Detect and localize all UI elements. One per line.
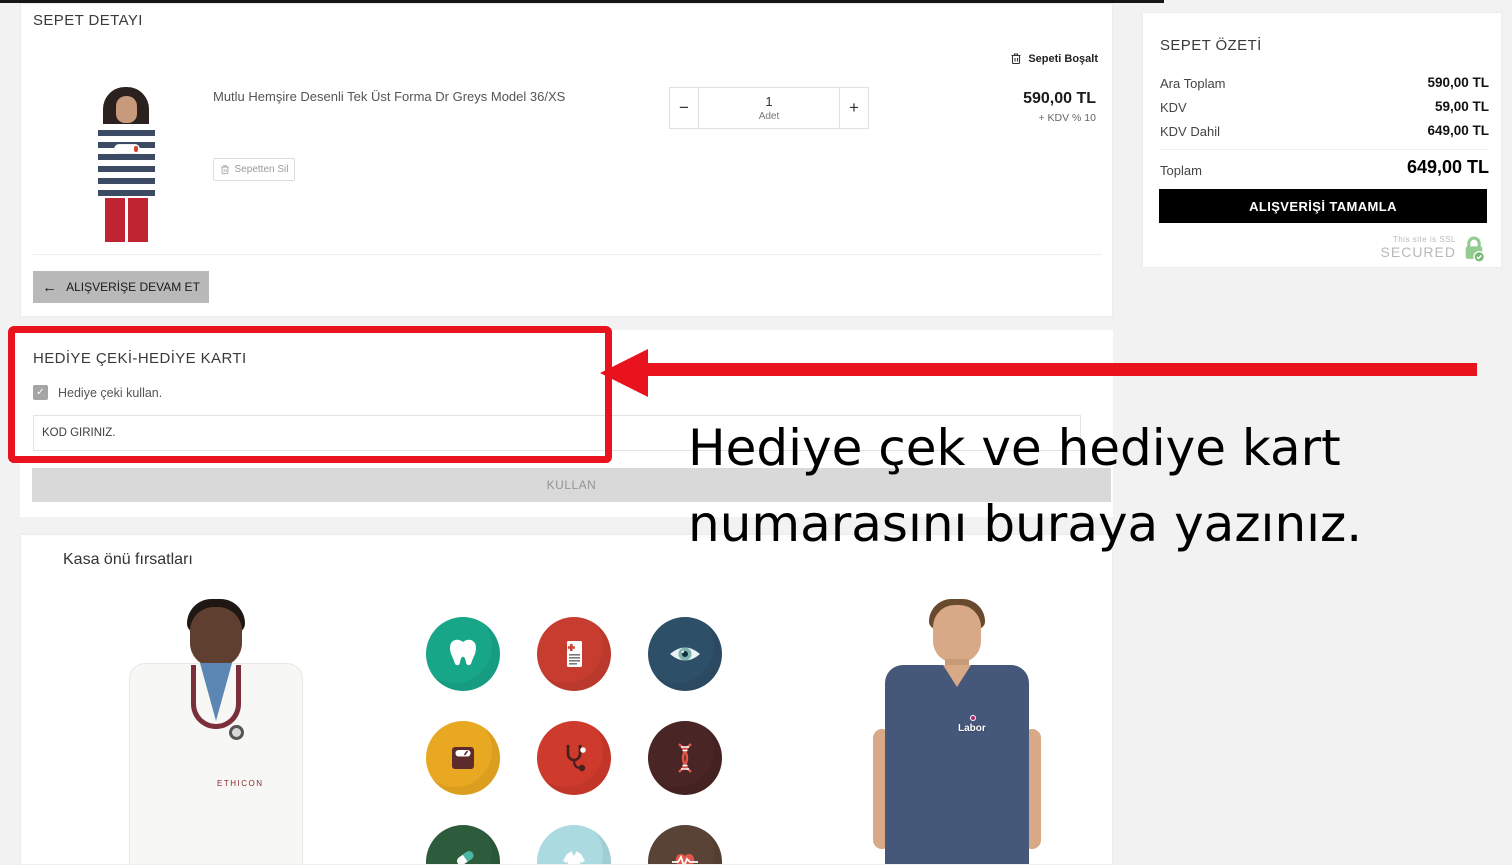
continue-shopping-button[interactable]: ← ALIŞVERİŞE DEVAM ET bbox=[33, 271, 209, 303]
cart-detail-card: SEPET DETAYI Sepeti Boşalt Mutlu Hemşire… bbox=[20, 3, 1113, 317]
quantity-value: 1 bbox=[765, 94, 772, 109]
eye-icon bbox=[648, 617, 722, 691]
pills-icon bbox=[426, 825, 500, 865]
quantity-increase-button[interactable]: + bbox=[839, 87, 869, 129]
divider bbox=[33, 254, 1102, 255]
doctor-coat-brand-text: ETHICON bbox=[217, 779, 264, 788]
total-value: 649,00 TL bbox=[1407, 157, 1489, 178]
annotation-arrow bbox=[646, 363, 1477, 376]
remove-item-button[interactable]: Sepetten Sil bbox=[213, 158, 295, 181]
model-face bbox=[116, 96, 137, 123]
product-title[interactable]: Mutlu Hemşire Desenli Tek Üst Forma Dr G… bbox=[213, 89, 733, 104]
medical-report-icon bbox=[537, 617, 611, 691]
trash-icon bbox=[220, 164, 230, 175]
product-image[interactable] bbox=[91, 87, 163, 242]
heart-ekg-icon bbox=[648, 825, 722, 865]
weight-scale-icon bbox=[426, 721, 500, 795]
stethoscope bbox=[191, 665, 241, 729]
quantity-decrease-button[interactable]: − bbox=[669, 87, 699, 129]
doctor-face bbox=[190, 607, 242, 667]
vat-included-value: 649,00 TL bbox=[1427, 123, 1489, 138]
offers-title: Kasa önü fırsatları bbox=[63, 551, 193, 569]
annotation-text: Hediye çek ve hediye kart numarasını bur… bbox=[688, 410, 1362, 562]
vat-included-label: KDV Dahil bbox=[1160, 124, 1220, 139]
divider bbox=[1160, 149, 1489, 150]
top-border-strip bbox=[0, 0, 1164, 3]
nurse-face bbox=[933, 605, 981, 663]
quantity-stepper: − 1 Adet + bbox=[669, 87, 869, 129]
annotation-line1: Hediye çek ve hediye kart bbox=[688, 410, 1362, 486]
stethoscope-chestpiece bbox=[229, 725, 244, 740]
tooth-icon bbox=[426, 617, 500, 691]
quantity-display[interactable]: 1 Adet bbox=[699, 87, 839, 129]
summary-row-subtotal: Ara Toplam 590,00 TL bbox=[1160, 75, 1489, 91]
dna-icon bbox=[648, 721, 722, 795]
ssl-text-line2: SECURED bbox=[1381, 245, 1456, 260]
empty-cart-button[interactable]: Sepeti Boşalt bbox=[1010, 52, 1098, 65]
trash-icon bbox=[1010, 52, 1022, 65]
model-print-mark bbox=[134, 146, 138, 152]
total-label: Toplam bbox=[1160, 163, 1202, 178]
remove-item-label: Sepetten Sil bbox=[235, 164, 289, 175]
doctor-promo-image[interactable]: ETHICON bbox=[101, 599, 331, 865]
annotation-line2: numarasını buraya yazınız. bbox=[688, 486, 1362, 562]
empty-cart-label: Sepeti Boşalt bbox=[1028, 53, 1098, 65]
model-pants bbox=[105, 198, 148, 242]
lock-icon bbox=[1461, 235, 1487, 262]
vat-label: KDV bbox=[1160, 100, 1187, 115]
gift-title: HEDİYE ÇEKİ-HEDİYE KARTI bbox=[33, 350, 247, 367]
model-striped-top bbox=[98, 124, 155, 198]
subtotal-label: Ara Toplam bbox=[1160, 76, 1226, 91]
item-price: 590,00 TL bbox=[1023, 90, 1096, 108]
annotation-arrow-head bbox=[600, 349, 648, 397]
stethoscope-icon bbox=[537, 721, 611, 795]
gift-checkbox-label: Hediye çeki kullan. bbox=[58, 386, 162, 400]
gift-checkbox-row: ✓ Hediye çeki kullan. bbox=[33, 385, 162, 400]
summary-row-vat: KDV 59,00 TL bbox=[1160, 99, 1489, 115]
ssl-secured-badge: This site is SSL SECURED bbox=[1381, 235, 1487, 262]
checkout-offers-card: Kasa önü fırsatları ETHICON bbox=[20, 534, 1113, 865]
continue-shopping-label: ALIŞVERİŞE DEVAM ET bbox=[66, 280, 200, 294]
item-price-block: 590,00 TL + KDV % 10 bbox=[1023, 90, 1096, 124]
scrub-shirt-icon bbox=[537, 825, 611, 865]
nurse-promo-image[interactable]: Labor bbox=[857, 599, 1057, 865]
nurse-logo-dot bbox=[970, 715, 976, 721]
nurse-logo-text: Labor bbox=[958, 723, 986, 734]
cart-title: SEPET DETAYI bbox=[33, 12, 143, 29]
cart-page: SEPET DETAYI Sepeti Boşalt Mutlu Hemşire… bbox=[0, 0, 1512, 865]
summary-row-vat-included: KDV Dahil 649,00 TL bbox=[1160, 123, 1489, 139]
medical-icons-grid bbox=[426, 617, 722, 865]
quantity-unit: Adet bbox=[759, 111, 780, 122]
back-arrow-icon: ← bbox=[42, 279, 57, 296]
vat-value: 59,00 TL bbox=[1435, 99, 1489, 114]
subtotal-value: 590,00 TL bbox=[1427, 75, 1489, 90]
item-tax-note: + KDV % 10 bbox=[1023, 112, 1096, 124]
checkout-button[interactable]: ALIŞVERİŞİ TAMAMLA bbox=[1159, 189, 1487, 223]
gift-checkbox[interactable]: ✓ bbox=[33, 385, 48, 400]
nurse-scrub-top bbox=[885, 665, 1029, 865]
summary-title: SEPET ÖZETİ bbox=[1160, 37, 1262, 54]
cart-summary-card: SEPET ÖZETİ Ara Toplam 590,00 TL KDV 59,… bbox=[1142, 12, 1502, 268]
